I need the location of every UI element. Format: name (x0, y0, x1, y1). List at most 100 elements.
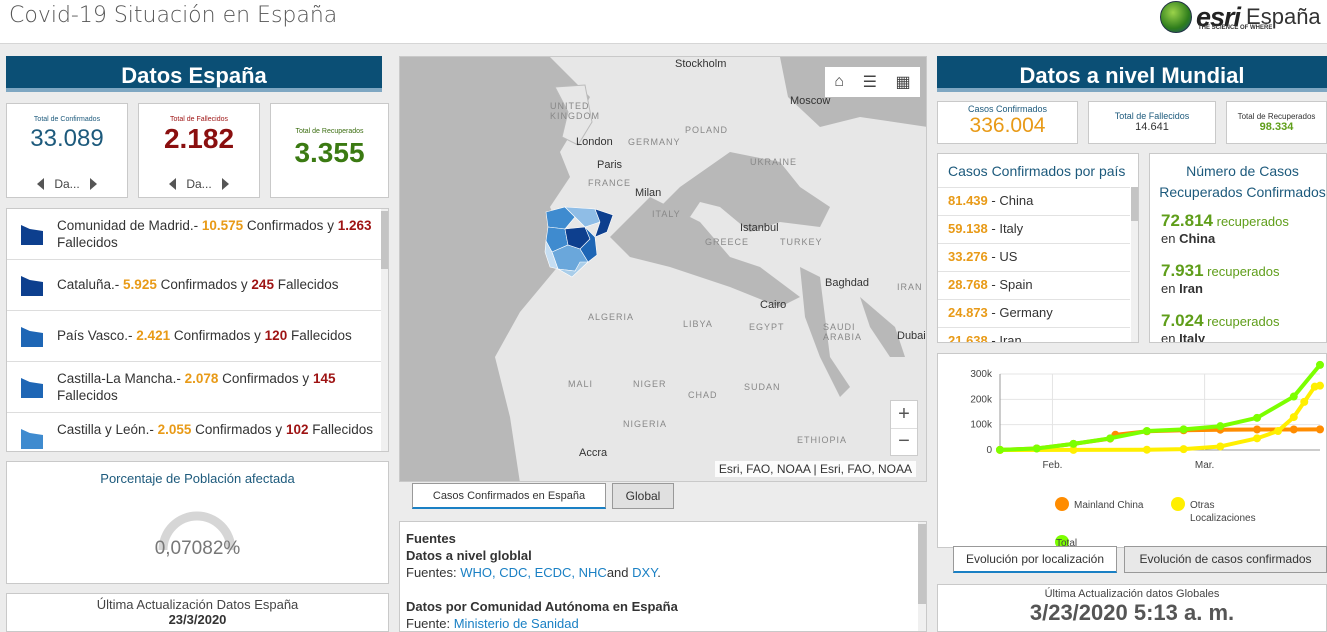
world-deaths-counter: Total de Fallecidos 14.641 (1088, 101, 1216, 144)
recovered-row[interactable]: 7.024 recuperados en Italy (1150, 312, 1326, 343)
country-row[interactable]: 21.638 - Iran (938, 327, 1130, 342)
region-confirmed-word: Confirmados (195, 422, 272, 437)
chart-point-2[interactable] (1179, 425, 1188, 434)
map-label-libya: LIBYA (683, 319, 713, 329)
country-value: 59.138 (948, 221, 988, 236)
legend-swatch-0[interactable] (1055, 497, 1069, 511)
country-list-scrollbar[interactable] (1131, 187, 1138, 342)
tab-evolution-cases[interactable]: Evolución de casos confirmados (1124, 546, 1327, 573)
prev-arrow-icon[interactable] (169, 178, 177, 190)
pager-label: Da... (54, 177, 80, 191)
chart-point-2[interactable] (1069, 439, 1078, 448)
chart-point-2[interactable] (1316, 360, 1324, 369)
sources-global-prefix: Fuentes: (406, 565, 457, 580)
map-label-ethiopia: ETHIOPIA (797, 435, 848, 445)
sources-scrollbar[interactable] (918, 522, 926, 631)
region-row[interactable]: País Vasco.- 2.421 Confirmados y 120 Fal… (7, 311, 382, 362)
world-confirmed-value: 336.004 (969, 114, 1046, 137)
sources-dxy-link[interactable]: DXY (632, 565, 657, 580)
region-row[interactable]: Cataluña.- 5.925 Confirmados y 245 Falle… (7, 260, 382, 311)
map-attribution[interactable]: Esri, FAO, NOAA | Esri, FAO, NOAA (714, 461, 916, 477)
chart-point-2[interactable] (1032, 444, 1041, 453)
country-row[interactable]: 33.276 - US (938, 243, 1130, 271)
country-row[interactable]: 24.873 - Germany (938, 299, 1130, 327)
spain-heading: Datos España (6, 56, 382, 92)
chart-point-1[interactable] (1289, 413, 1298, 422)
map-label-poland: POLAND (685, 125, 729, 135)
chart-point-0[interactable] (1253, 425, 1262, 434)
app-header: Covid-19 Situación en España esri THE SC… (0, 0, 1327, 44)
globe-icon (1160, 1, 1192, 33)
chart-point-0[interactable] (1289, 425, 1298, 434)
country-row[interactable]: 59.138 - Italy (938, 215, 1130, 243)
spain-deaths-value: 2.182 (163, 123, 235, 154)
region-text: Comunidad de Madrid.- 10.575 Confirmados… (57, 218, 372, 250)
prev-arrow-icon[interactable] (37, 178, 45, 190)
map-label-london: London (576, 136, 613, 148)
recovered-country: China (1179, 231, 1216, 246)
next-arrow-icon[interactable] (221, 178, 229, 190)
country-value: 81.439 (948, 193, 988, 208)
map-label-ukraine: UKRAINE (750, 157, 798, 167)
chart-point-1[interactable] (1253, 434, 1262, 443)
sources-global-links[interactable]: WHO, CDC, ECDC, NHC (460, 565, 607, 580)
map-view[interactable]: Stockholm Moscow UNITED KINGDOM London GERMA… (399, 56, 927, 482)
esri-logo[interactable]: esri THE SCIENCE OF WHERE España (1160, 0, 1321, 34)
recovered-row[interactable]: 7.931 recuperados en Iran (1150, 261, 1326, 297)
chart-point-2[interactable] (996, 445, 1004, 454)
country-row[interactable]: 28.768 - Spain (938, 271, 1130, 299)
chart-point-2[interactable] (1106, 434, 1115, 443)
regions-scrollbar[interactable] (381, 209, 388, 451)
spain-update-panel: Última Actualización Datos España 23/3/2… (6, 593, 389, 632)
home-icon[interactable]: ⌂ (834, 73, 844, 91)
esri-tagline: THE SCIENCE OF WHERE (1198, 25, 1273, 31)
next-arrow-icon[interactable] (89, 178, 97, 190)
chart-point-2[interactable] (1216, 422, 1225, 431)
pager-label: Da... (186, 177, 212, 191)
recovered-value: 7.931 (1161, 261, 1204, 280)
chart-point-1[interactable] (1142, 445, 1151, 454)
tab-evolution-location[interactable]: Evolución por localización (953, 546, 1117, 573)
spain-confirmed-value: 33.089 (30, 125, 104, 152)
chart-point-1[interactable] (1316, 381, 1324, 390)
legend-swatch-1[interactable] (1171, 497, 1185, 511)
spain-recovered-counter: Total de Recuperados 3.355 (270, 103, 389, 198)
region-row[interactable]: Comunidad de Madrid.- 10.575 Confirmados… (7, 209, 382, 260)
sources-scrollthumb[interactable] (918, 524, 926, 604)
region-flag-icon (21, 225, 43, 245)
recovered-list-panel[interactable]: Número de Casos Recuperados Confirmados … (1149, 153, 1327, 343)
chart-point-2[interactable] (1142, 426, 1151, 435)
region-row[interactable]: Castilla-La Mancha.- 2.078 Confirmados y… (7, 362, 382, 413)
country-row[interactable]: 81.439 - China (938, 187, 1130, 215)
country-list-panel[interactable]: Casos Confirmados por país 81.439 - Chin… (937, 153, 1139, 343)
zoom-in-button[interactable]: + (891, 401, 917, 429)
tab-spain-cases[interactable]: Casos Confirmados en España (412, 483, 606, 509)
region-and-word: y (327, 218, 334, 233)
regions-scrollthumb[interactable] (381, 211, 388, 269)
regions-list[interactable]: Comunidad de Madrid.- 10.575 Confirmados… (6, 208, 389, 452)
zoom-out-button[interactable]: − (891, 429, 917, 455)
recovered-country: Italy (1179, 331, 1206, 343)
map-label-greece: GREECE (705, 237, 750, 247)
map-label-sudan: SUDAN (744, 382, 781, 392)
map-toolbar: ⌂ ☰ ▦ (825, 67, 920, 97)
tab-global[interactable]: Global (612, 483, 674, 509)
spain-update-date: 23/3/2020 (168, 612, 227, 627)
chart-point-1[interactable] (1300, 397, 1309, 406)
world-update-panel: Última Actualización datos Globales 3/23… (937, 584, 1327, 632)
map-label-istanbul: Istanbul (740, 222, 779, 234)
sources-ministry-link[interactable]: Ministerio de Sanidad (454, 616, 579, 631)
basemap-gallery-icon[interactable]: ▦ (896, 72, 911, 92)
region-row[interactable]: Castilla y León.- 2.055 Confirmados y 10… (7, 413, 382, 451)
chart-point-1[interactable] (1274, 427, 1283, 435)
chart-point-0[interactable] (1316, 425, 1324, 434)
region-and-word: y (254, 328, 261, 343)
chart-point-2[interactable] (1289, 392, 1298, 401)
world-recovered-value: 98.334 (1259, 121, 1294, 133)
recovered-row[interactable]: 72.814 recuperados en China (1150, 212, 1326, 247)
chart-point-1[interactable] (1179, 445, 1188, 454)
country-list-scrollthumb[interactable] (1131, 187, 1138, 221)
chart-point-1[interactable] (1216, 442, 1225, 451)
legend-list-icon[interactable]: ☰ (863, 72, 877, 92)
chart-point-2[interactable] (1253, 413, 1262, 422)
